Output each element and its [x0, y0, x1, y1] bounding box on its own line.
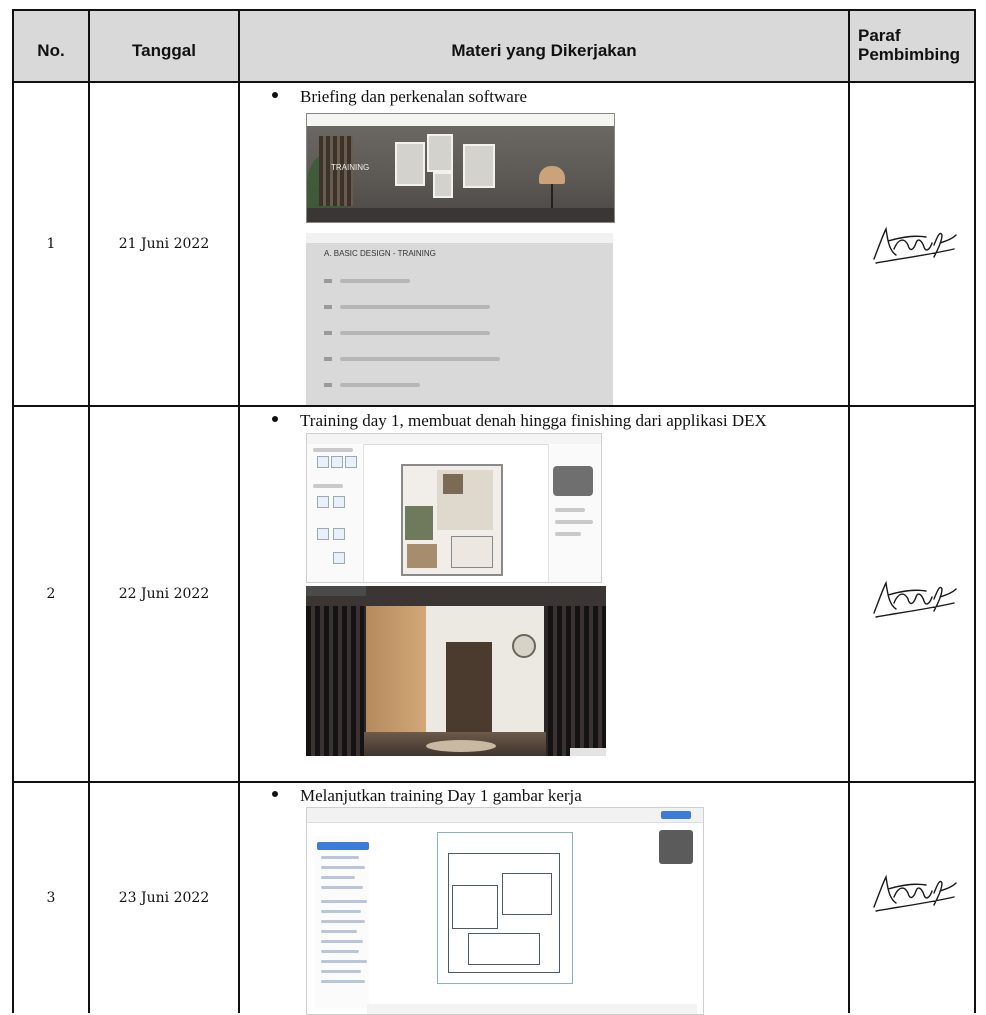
row-1-screenshot-banner: TRAINING	[306, 113, 615, 223]
header-paraf: Paraf Pembimbing	[850, 11, 974, 79]
row-2-materi-text: Training day 1, membuat denah hingga fin…	[300, 411, 767, 430]
row-2-signature-icon	[873, 580, 957, 618]
row-1-materi: Briefing dan perkenalan software	[272, 87, 527, 107]
row-3-signature-icon	[873, 874, 957, 912]
row-3-screenshot-cad	[306, 807, 704, 1015]
row-3-no: 3	[46, 890, 56, 906]
row-3-materi: Melanjutkan training Day 1 gambar kerja	[272, 786, 582, 806]
row-1-tanggal: 21 Juni 2022	[118, 236, 210, 252]
row-2-materi: Training day 1, membuat denah hingga fin…	[272, 411, 767, 431]
bullet-dot-icon	[272, 416, 278, 422]
bullet-dot-icon	[272, 92, 278, 98]
col-divider-3	[848, 9, 850, 1013]
row-2-tanggal: 22 Juni 2022	[118, 586, 210, 602]
row-1-screenshot-menu: A. BASIC DESIGN - TRAINING	[306, 233, 613, 405]
row-2-screenshot-render	[306, 586, 606, 756]
header-paraf-line2: Pembimbing	[858, 45, 961, 64]
header-paraf-line1: Paraf	[858, 26, 901, 45]
row-3-tanggal: 23 Juni 2022	[118, 890, 210, 906]
row-2-screenshot-app	[306, 433, 602, 583]
header-materi: Materi yang Dikerjakan	[451, 41, 637, 60]
table-border-right	[974, 9, 976, 1013]
row-1-menu-title: A. BASIC DESIGN - TRAINING	[324, 249, 436, 258]
row-1-materi-text: Briefing dan perkenalan software	[300, 87, 528, 106]
bullet-dot-icon	[272, 791, 278, 797]
row-1-banner-caption: TRAINING	[331, 163, 370, 172]
header-tanggal: Tanggal	[132, 41, 196, 60]
row-1-signature-icon	[873, 226, 957, 264]
row-1-no: 1	[46, 236, 56, 252]
row-3-materi-text: Melanjutkan training Day 1 gambar kerja	[300, 786, 582, 805]
journal-table: No. Tanggal Materi yang Dikerjakan Paraf…	[12, 9, 976, 1015]
header-no: No.	[37, 41, 65, 60]
col-divider-2	[238, 9, 240, 1013]
row-2-no: 2	[46, 586, 56, 602]
